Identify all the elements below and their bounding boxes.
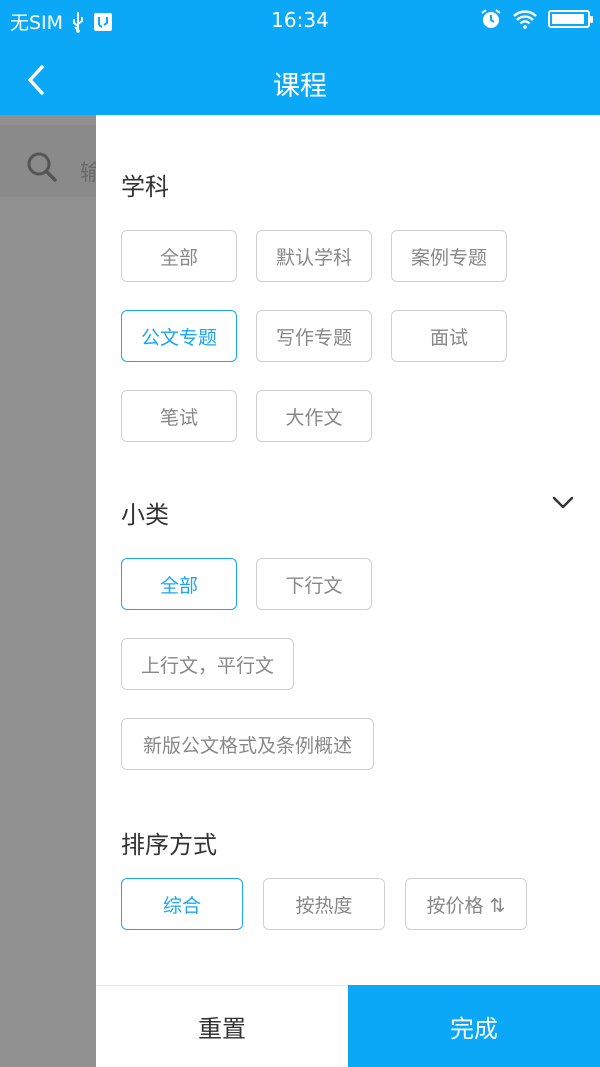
- subject-section-title: 学科: [121, 173, 169, 201]
- subject-chip[interactable]: 默认学科: [256, 230, 372, 282]
- wifi-icon: [512, 9, 538, 29]
- subcategory-chip[interactable]: 下行文: [256, 558, 372, 610]
- subject-chip[interactable]: 全部: [121, 230, 237, 282]
- subcategory-section-title: 小类: [121, 501, 169, 529]
- status-bar: 无SIM 16:34: [0, 0, 600, 42]
- sort-chip-selected[interactable]: 综合: [121, 878, 243, 930]
- subcategory-chip-selected[interactable]: 全部: [121, 558, 237, 610]
- subject-chip-selected[interactable]: 公文专题: [121, 310, 237, 362]
- done-button[interactable]: 完成: [348, 985, 600, 1067]
- subject-chip[interactable]: 案例专题: [391, 230, 507, 282]
- subject-chip[interactable]: 写作专题: [256, 310, 372, 362]
- battery-icon: [548, 10, 593, 28]
- chevron-down-icon[interactable]: [552, 495, 574, 514]
- battery-fill: [552, 14, 585, 24]
- subject-chip[interactable]: 大作文: [256, 390, 372, 442]
- subject-chip[interactable]: 面试: [391, 310, 507, 362]
- alarm-icon: [480, 8, 502, 30]
- subcategory-chip[interactable]: 上行文，平行文: [121, 638, 294, 690]
- filter-drawer: 学科 全部 默认学科 案例专题 公文专题 写作专题 面试 笔试 大作文 小类 全…: [96, 115, 600, 1067]
- sort-section-title: 排序方式: [121, 831, 217, 859]
- subcategory-chip[interactable]: 新版公文格式及条例概述: [121, 718, 374, 770]
- status-right: [480, 8, 593, 30]
- subject-chip[interactable]: 笔试: [121, 390, 237, 442]
- sort-chip[interactable]: 按价格 ⇅: [405, 878, 527, 930]
- nav-bar: 课程: [0, 42, 600, 115]
- search-icon: [26, 151, 58, 187]
- page-title: 课程: [273, 71, 327, 102]
- reset-button[interactable]: 重置: [96, 985, 348, 1067]
- sort-chip[interactable]: 按热度: [263, 878, 385, 930]
- background-search-bar: 输: [0, 125, 102, 197]
